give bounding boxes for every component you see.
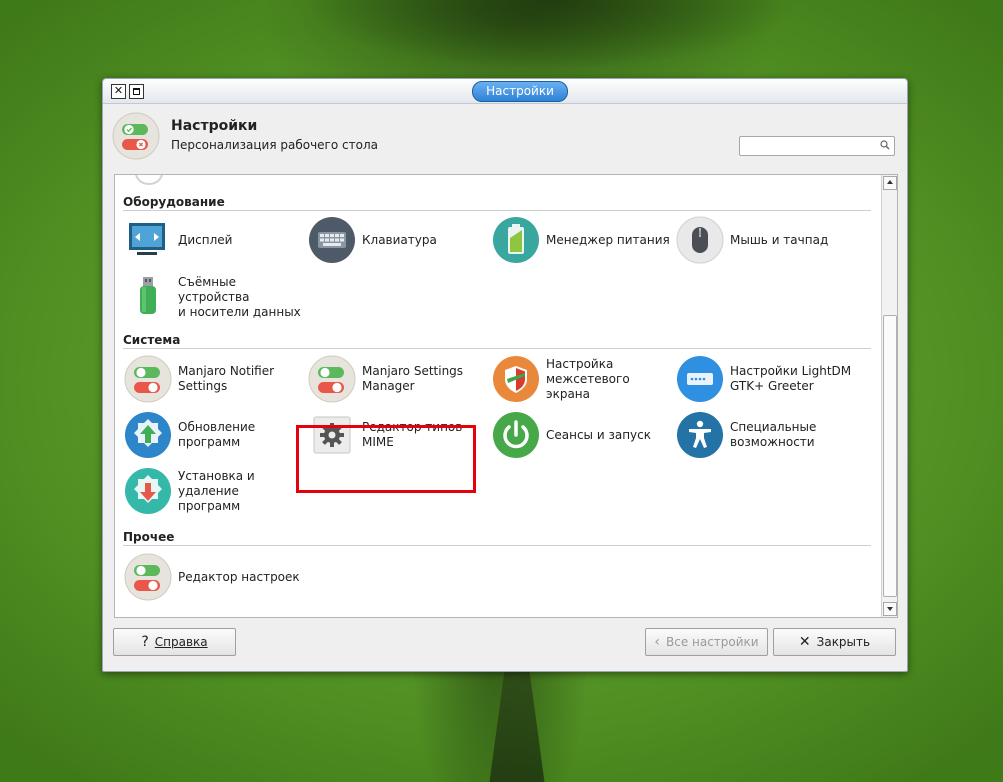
all-settings-label: Все настройки (665, 635, 759, 649)
item-keyboard[interactable]: Клавиатура (308, 216, 488, 268)
item-manjaro-notifier[interactable]: Manjaro Notifier Settings (124, 355, 304, 407)
battery-icon (493, 217, 539, 263)
item-label: Менеджер питания (546, 232, 670, 247)
scroll-thumb[interactable] (883, 315, 897, 597)
search-input[interactable] (739, 136, 895, 156)
window-glyph (133, 88, 140, 95)
all-settings-button[interactable]: ‹ Все настройки (645, 628, 768, 656)
item-sessions-startup[interactable]: Сеансы и запуск (492, 411, 672, 463)
item-label-line2: удаление программ (178, 483, 241, 513)
item-label: Специальные (730, 420, 817, 434)
settings-list: Оборудование Дисплей Клавиатура Менеджер… (114, 174, 898, 618)
scroll-down-arrow-icon[interactable] (883, 602, 897, 616)
item-firewall[interactable]: Настройка межсетевого экрана (492, 355, 672, 407)
item-mouse-touchpad[interactable]: Мышь и тачпад (676, 216, 856, 268)
item-lightdm-greeter[interactable]: Настройки LightDM GTK+ Greeter (676, 355, 856, 407)
power-icon (493, 412, 539, 458)
search-icon (880, 140, 890, 150)
close-x-icon: ✕ (798, 634, 811, 650)
category-hardware: Оборудование (123, 195, 225, 209)
item-label: Обновление (178, 420, 256, 434)
item-label-line2: межсетевого экрана (546, 371, 630, 401)
item-settings-editor[interactable]: Редактор настроек (124, 553, 304, 605)
login-screen-icon (677, 356, 723, 402)
scroll-up-arrow-icon[interactable] (883, 176, 897, 190)
category-other: Прочее (123, 530, 175, 544)
accessibility-icon (677, 412, 723, 458)
toggles-icon (124, 553, 172, 601)
settings-window: ✕ Настройки Настройки Персонализация раб… (102, 78, 908, 672)
toggles-icon (124, 355, 172, 403)
item-label: Клавиатура (362, 232, 437, 247)
toggles-icon (308, 355, 356, 403)
divider (123, 210, 871, 211)
item-label-line2: Settings (178, 379, 228, 393)
header: Настройки Персонализация рабочего стола (103, 104, 907, 166)
vertical-scrollbar[interactable] (881, 175, 897, 617)
usb-drive-icon (140, 277, 156, 314)
firewall-shield-icon (493, 356, 539, 402)
item-label-line2: GTK+ Greeter (730, 379, 814, 393)
item-install-remove[interactable]: Установка и удаление программ (124, 467, 304, 519)
item-label: Дисплей (178, 232, 233, 247)
annotation-highlight-box (296, 425, 476, 493)
mouse-icon (676, 216, 724, 264)
item-label: Manjaro Settings (362, 364, 464, 378)
help-label: Справка (154, 635, 208, 649)
item-label-line2: программ (178, 435, 241, 449)
item-software-update[interactable]: Обновление программ (124, 411, 304, 463)
wallpaper-tree-canopy (300, 0, 800, 70)
display-icon (129, 223, 165, 255)
close-button[interactable]: ✕ Закрыть (773, 628, 896, 656)
partial-item-icon (135, 175, 163, 185)
item-label-line2: Manager (362, 379, 415, 393)
titlebar: ✕ Настройки (103, 79, 907, 104)
help-icon: ? (141, 634, 149, 650)
maximize-icon[interactable] (129, 84, 144, 99)
divider (123, 545, 871, 546)
back-arrow-icon: ‹ (654, 634, 660, 650)
item-accessibility[interactable]: Специальные возможности (676, 411, 856, 463)
item-label: Съёмные устройства (178, 274, 250, 304)
item-label: Настройка (546, 356, 614, 371)
close-icon[interactable]: ✕ (111, 84, 126, 99)
item-display[interactable]: Дисплей (124, 216, 304, 268)
install-remove-icon (125, 468, 171, 514)
item-label-line2: возможности (730, 435, 815, 449)
window-title: Настройки (472, 81, 568, 102)
item-label: Сеансы и запуск (546, 427, 651, 442)
update-icon (125, 412, 171, 458)
item-label: Настройки LightDM (730, 364, 852, 378)
item-label: Мышь и тачпад (730, 232, 829, 247)
item-power-manager[interactable]: Менеджер питания (492, 216, 672, 268)
category-system: Система (123, 333, 181, 347)
page-subtitle: Персонализация рабочего стола (171, 138, 378, 152)
close-label: Закрыть (816, 635, 871, 649)
divider (123, 348, 871, 349)
item-removable-media[interactable]: Съёмные устройства и носители данных (124, 273, 304, 325)
item-label: Редактор настроек (178, 569, 300, 584)
keyboard-icon (309, 217, 355, 263)
item-manjaro-settings-manager[interactable]: Manjaro Settings Manager (308, 355, 488, 407)
help-button[interactable]: ? Справка (113, 628, 236, 656)
wallpaper-tree-trunk (489, 660, 545, 782)
item-label: Установка и (178, 468, 255, 483)
item-label: Manjaro Notifier (178, 364, 275, 378)
item-label-line2: и носители данных (178, 304, 301, 319)
page-title: Настройки (171, 118, 258, 134)
settings-app-icon (112, 112, 160, 163)
